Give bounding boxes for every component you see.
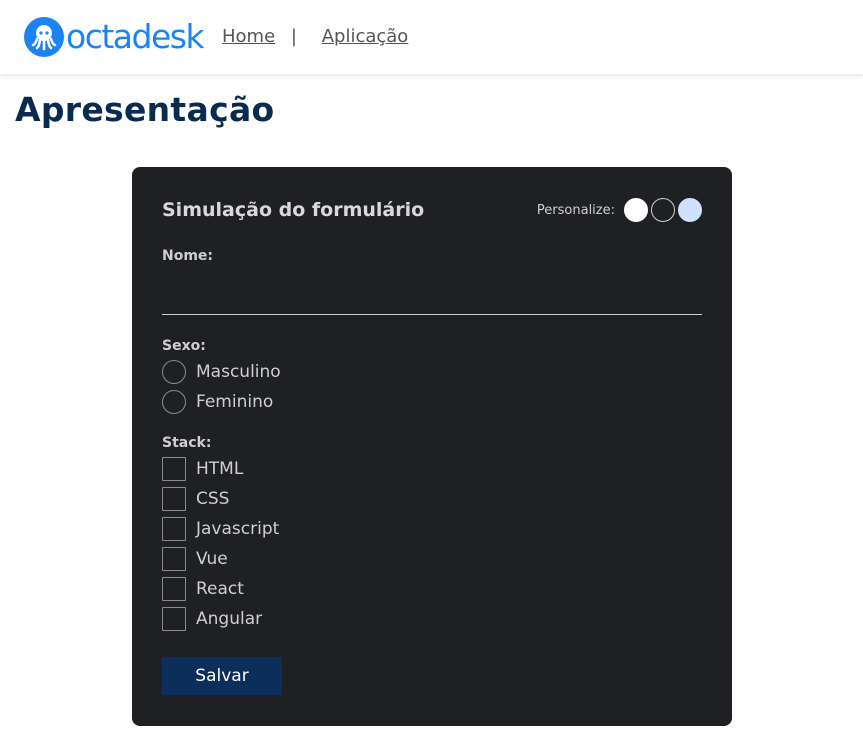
- stack-label: Stack:: [162, 435, 212, 451]
- name-label: Nome:: [162, 248, 214, 264]
- radio-button[interactable]: [162, 360, 186, 384]
- logo-text: octadesk: [66, 17, 205, 56]
- octadesk-logo[interactable]: octadesk: [24, 17, 205, 57]
- save-button[interactable]: Salvar: [162, 657, 282, 695]
- personalize-label: Personalize:: [536, 202, 615, 218]
- radio-label: Masculino: [196, 362, 281, 382]
- checkbox-label: Vue: [196, 549, 228, 569]
- theme-swatch-blue[interactable]: [678, 198, 702, 222]
- checkbox-option-css[interactable]: CSS: [162, 487, 229, 511]
- theme-swatch-dark[interactable]: [651, 198, 675, 222]
- checkbox-option-javascript[interactable]: Javascript: [162, 517, 279, 541]
- sex-label: Sexo:: [162, 338, 206, 354]
- checkbox-option-vue[interactable]: Vue: [162, 547, 228, 571]
- checkbox-option-angular[interactable]: Angular: [162, 607, 262, 631]
- top-navbar: octadesk Home | Aplicação: [0, 0, 863, 75]
- radio-option-masculino[interactable]: Masculino: [162, 360, 281, 384]
- checkbox-label: HTML: [196, 459, 244, 479]
- main-nav: Home | Aplicação: [222, 26, 408, 48]
- checkbox[interactable]: [162, 487, 186, 511]
- radio-option-feminino[interactable]: Feminino: [162, 390, 273, 414]
- name-input[interactable]: [162, 279, 702, 315]
- form-title: Simulação do formulário: [162, 199, 425, 221]
- checkbox-label: CSS: [196, 489, 230, 509]
- checkbox-label: Angular: [196, 609, 263, 629]
- theme-swatch-light[interactable]: [624, 198, 648, 222]
- form-card: Simulação do formulário Personalize: Nom…: [132, 167, 732, 726]
- nav-link-aplicacao[interactable]: Aplicação: [322, 26, 409, 47]
- checkbox[interactable]: [162, 517, 186, 541]
- checkbox[interactable]: [162, 457, 186, 481]
- checkbox-option-react[interactable]: React: [162, 577, 244, 601]
- checkbox[interactable]: [162, 577, 186, 601]
- radio-label: Feminino: [196, 392, 274, 412]
- page-title: Apresentação: [15, 90, 275, 129]
- nav-link-home[interactable]: Home: [222, 26, 275, 47]
- nav-separator: |: [290, 26, 297, 47]
- checkbox-option-html[interactable]: HTML: [162, 457, 243, 481]
- radio-button[interactable]: [162, 390, 186, 414]
- checkbox-label: Javascript: [196, 519, 280, 539]
- theme-picker: Personalize:: [537, 198, 702, 222]
- checkbox-label: React: [196, 579, 244, 599]
- checkbox[interactable]: [162, 607, 186, 631]
- checkbox[interactable]: [162, 547, 186, 571]
- octopus-icon: [24, 17, 64, 57]
